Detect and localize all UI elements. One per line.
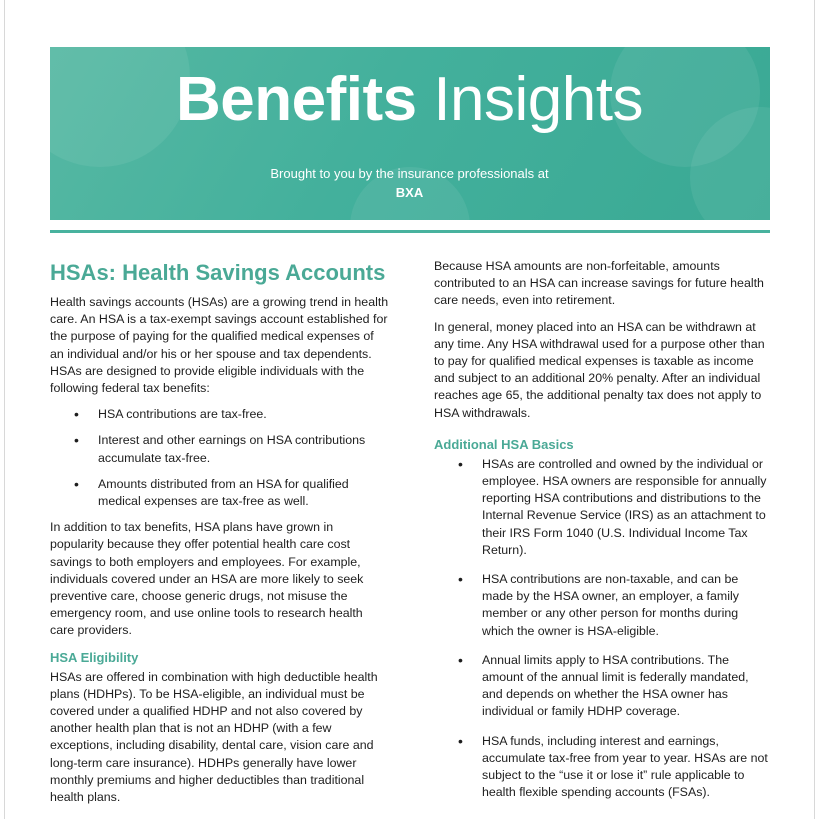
withdrawal-paragraph: In general, money placed into an HSA can… bbox=[434, 319, 765, 420]
nonforfeitable-paragraph: Because HSA amounts are non-forfeitable,… bbox=[434, 259, 764, 308]
intro-paragraph: Health savings accounts (HSAs) are a gro… bbox=[50, 295, 389, 396]
list-item: HSA contributions are tax-free. bbox=[50, 406, 390, 423]
eligibility-paragraph: HSAs are offered in combination with hig… bbox=[50, 669, 378, 805]
list-item: HSA funds, including interest and earnin… bbox=[434, 733, 772, 802]
eligibility-heading: HSA Eligibility bbox=[50, 649, 139, 665]
list-item: HSA contributions are non-taxable, and c… bbox=[434, 571, 772, 640]
title-bold: Benefits bbox=[175, 65, 417, 134]
basics-heading: Additional HSA Basics bbox=[434, 436, 574, 452]
list-item: Annual limits apply to HSA contributions… bbox=[434, 652, 772, 721]
banner-subtitle: Brought to you by the insurance professi… bbox=[270, 166, 549, 181]
banner-brand: BXA bbox=[395, 185, 424, 200]
right-column: Because HSA amounts are non-forfeitable,… bbox=[434, 258, 772, 813]
article-heading: HSAs: Health Savings Accounts bbox=[50, 260, 386, 285]
tax-benefits-list: HSA contributions are tax-free. Interest… bbox=[50, 406, 390, 510]
newsletter-title: Benefits Insights bbox=[0, 69, 819, 131]
title-light: Insights bbox=[433, 65, 643, 134]
benefits-paragraph: In addition to tax benefits, HSA plans h… bbox=[50, 520, 364, 638]
basics-list: HSAs are controlled and owned by the ind… bbox=[434, 456, 772, 802]
list-item: Interest and other earnings on HSA contr… bbox=[50, 432, 390, 466]
list-item: HSAs are controlled and owned by the ind… bbox=[434, 456, 772, 559]
left-column: HSAs: Health Savings Accounts Health sav… bbox=[50, 250, 390, 815]
header-divider bbox=[50, 230, 770, 233]
list-item: Amounts distributed from an HSA for qual… bbox=[50, 476, 390, 510]
